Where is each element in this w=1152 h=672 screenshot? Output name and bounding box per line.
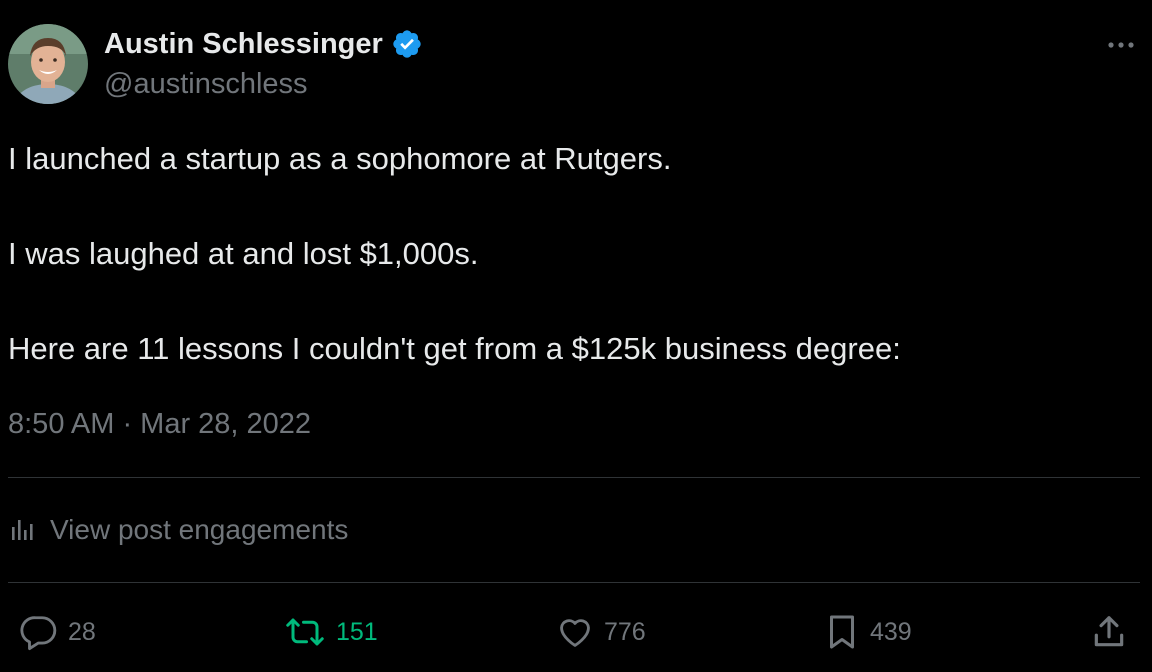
reply-icon (20, 616, 57, 651)
view-engagements-label[interactable]: View post engagements (50, 514, 348, 546)
author-name-row[interactable]: Austin Schlessinger (104, 26, 423, 62)
view-engagements-link[interactable]: View post engagements (8, 510, 348, 550)
reply-count: 28 (68, 617, 96, 646)
divider (8, 582, 1140, 583)
line-break (8, 278, 1138, 326)
more-options-icon[interactable] (1104, 28, 1138, 62)
reply-button[interactable]: 28 (20, 610, 96, 654)
share-button[interactable] (1090, 610, 1128, 654)
verified-badge-icon (393, 30, 421, 58)
like-button[interactable]: 776 (556, 610, 646, 654)
bookmark-icon (830, 615, 854, 649)
author-name[interactable]: Austin Schlessinger (104, 26, 383, 62)
divider (8, 477, 1140, 478)
heart-icon (560, 619, 590, 647)
retweet-button[interactable]: 151 (284, 610, 378, 654)
avatar[interactable] (8, 24, 88, 104)
like-count: 776 (604, 617, 646, 646)
retweet-count: 151 (336, 617, 378, 646)
tweet-text: I launched a startup as a sophomore at R… (8, 135, 1138, 373)
author-handle[interactable]: @austinschless (104, 67, 308, 101)
tweet-timestamp[interactable]: 8:50 AM · Mar 28, 2022 (8, 405, 311, 443)
bookmark-button[interactable]: 439 (824, 610, 912, 654)
analytics-icon (12, 520, 33, 540)
tweet-line: Here are 11 lessons I couldn't get from … (8, 331, 901, 366)
retweet-icon (286, 618, 324, 646)
avatar-image (8, 24, 88, 104)
bookmark-count: 439 (870, 617, 912, 646)
tweet-line: I launched a startup as a sophomore at R… (8, 141, 672, 176)
share-icon (1094, 616, 1124, 647)
tweet-line: I was laughed at and lost $1,000s. (8, 236, 479, 271)
line-break (8, 183, 1138, 231)
